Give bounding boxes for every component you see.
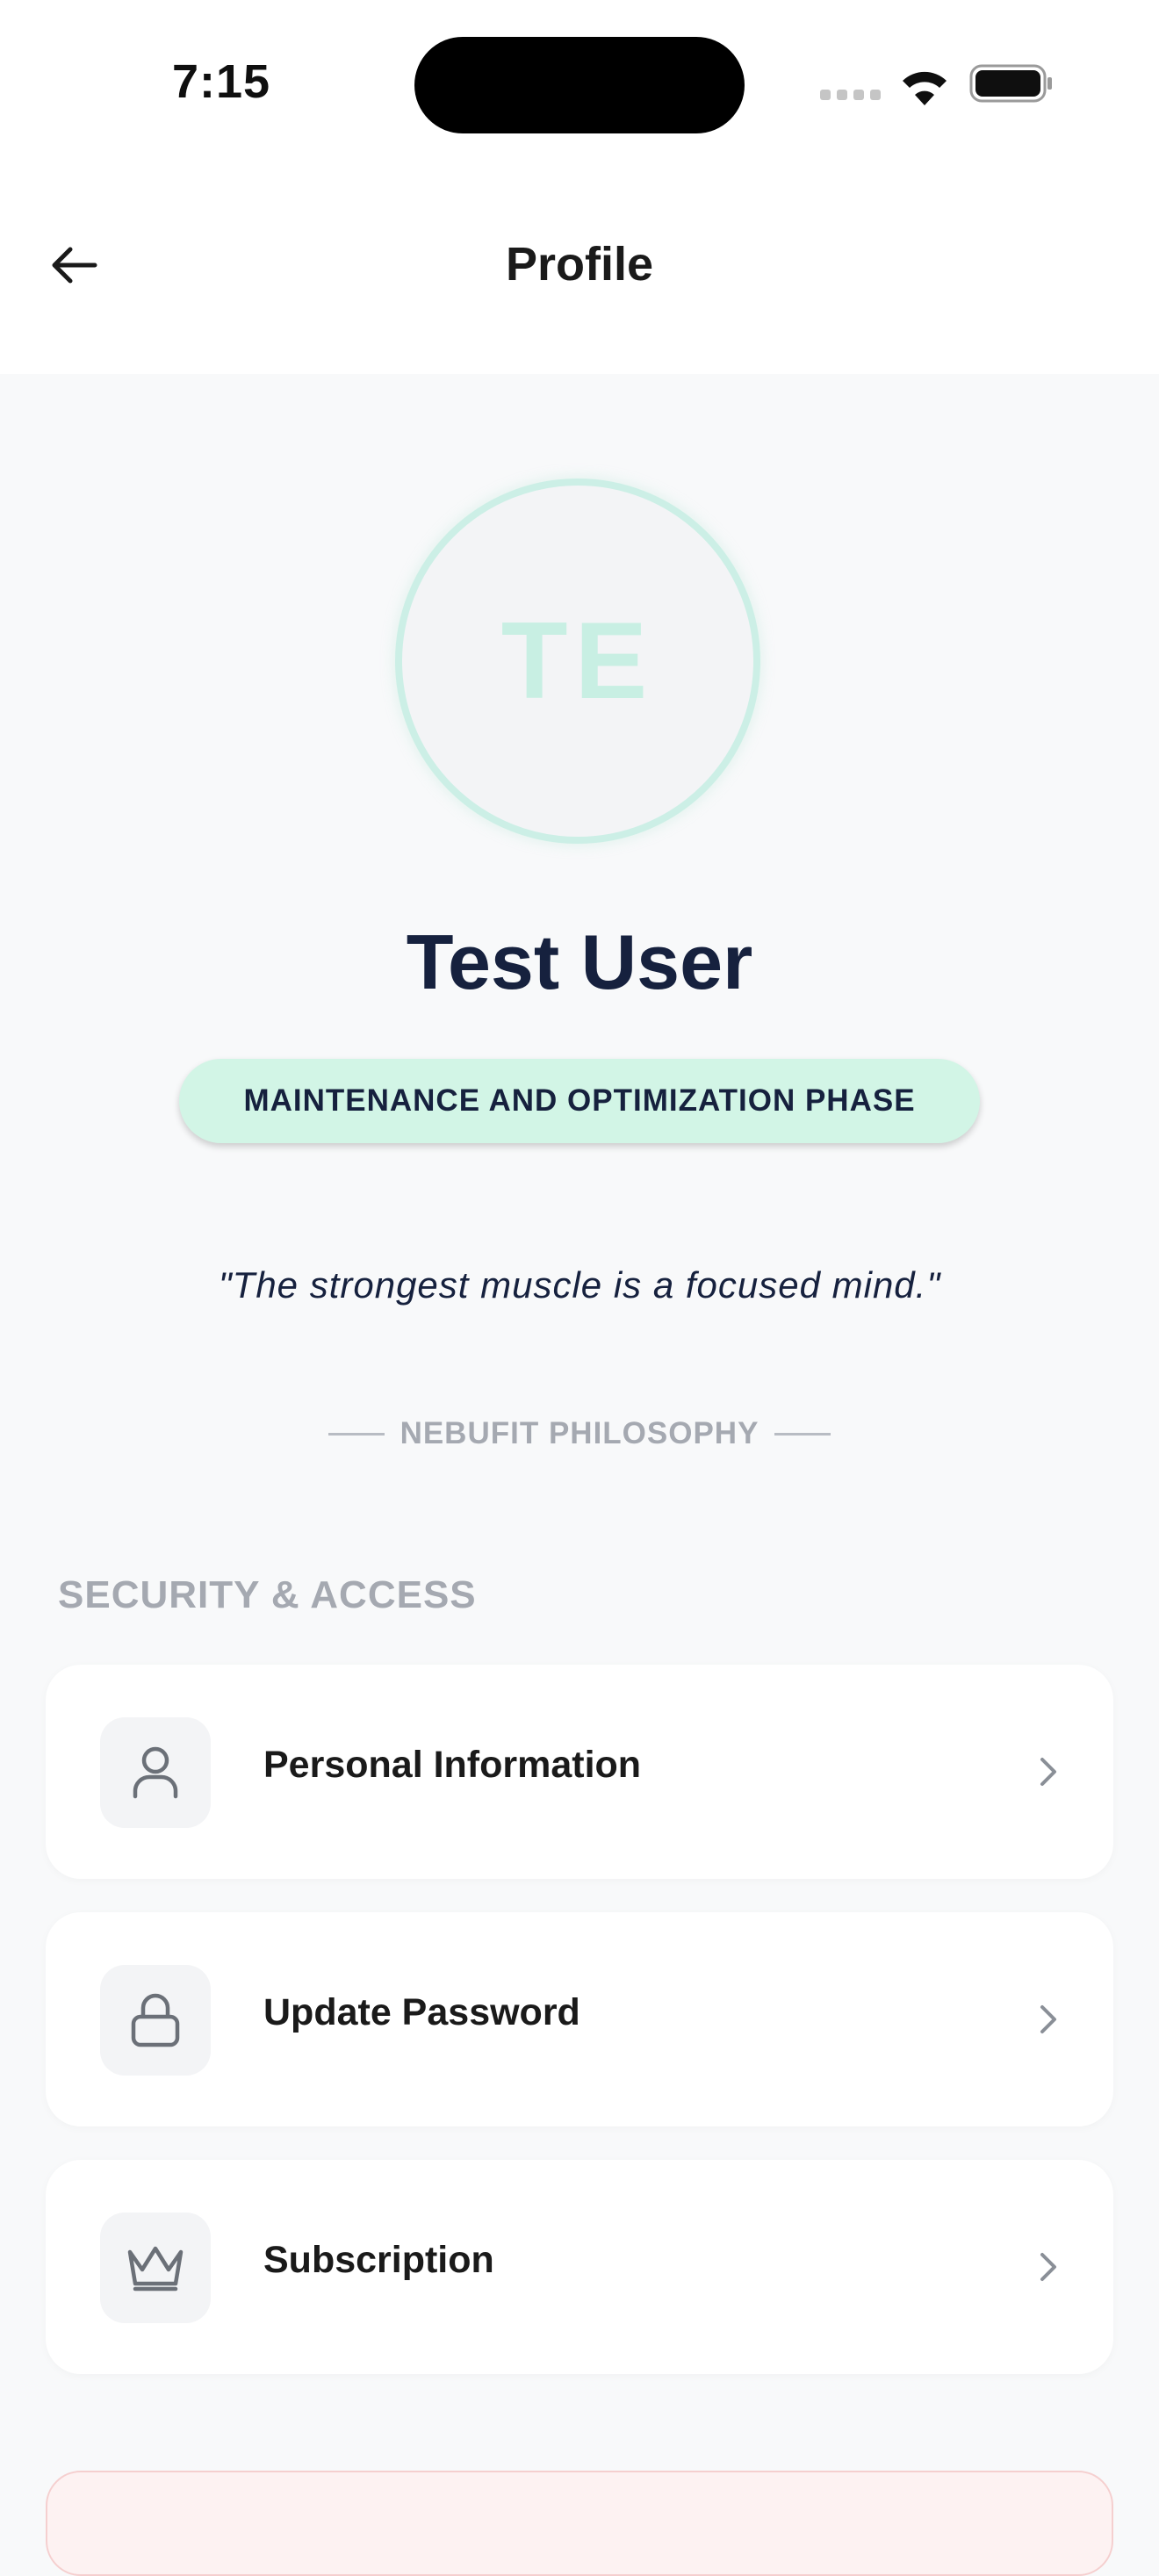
chevron-right-icon [1022,2239,1075,2295]
avatar[interactable]: TE [395,479,760,844]
icon-box [100,1717,211,1828]
crown-icon [127,2246,184,2292]
danger-zone-card[interactable] [46,2471,1113,2576]
section-title-security: SECURITY & ACCESS [58,1573,477,1616]
philosophy-label: NEBUFIT PHILOSOPHY [400,1416,759,1450]
lock-icon [131,1993,180,2047]
wifi-icon [903,71,947,105]
philosophy-quote: "The strongest muscle is a focused mind.… [218,1264,941,1306]
item-label: Update Password [263,1991,580,2033]
philosophy-caption: NEBUFIT PHILOSOPHY [0,1414,1159,1454]
icon-box [100,2213,211,2323]
subscription-item[interactable]: Subscription [46,2160,1113,2374]
icon-box [100,1965,211,2076]
cellular-signal-icon [820,90,882,102]
item-label: Subscription [263,2239,494,2281]
status-time: 7:15 [172,55,271,108]
battery-icon [969,64,1052,103]
personal-information-item[interactable]: Personal Information [46,1665,1113,1879]
divider-line [774,1432,831,1436]
divider-line [328,1432,385,1436]
user-name: Test User [406,918,753,1005]
dynamic-island [414,37,745,133]
phase-badge: MAINTENANCE AND OPTIMIZATION PHASE [179,1059,980,1143]
avatar-initials: TE [500,601,655,722]
chevron-right-icon [1022,1991,1075,2047]
update-password-item[interactable]: Update Password [46,1912,1113,2126]
user-icon [133,1746,178,1799]
item-label: Personal Information [263,1744,642,1786]
page-title: Profile [505,238,654,291]
chevron-right-icon [1022,1744,1075,1800]
top-bar: 7:15 Profile [0,0,1159,374]
